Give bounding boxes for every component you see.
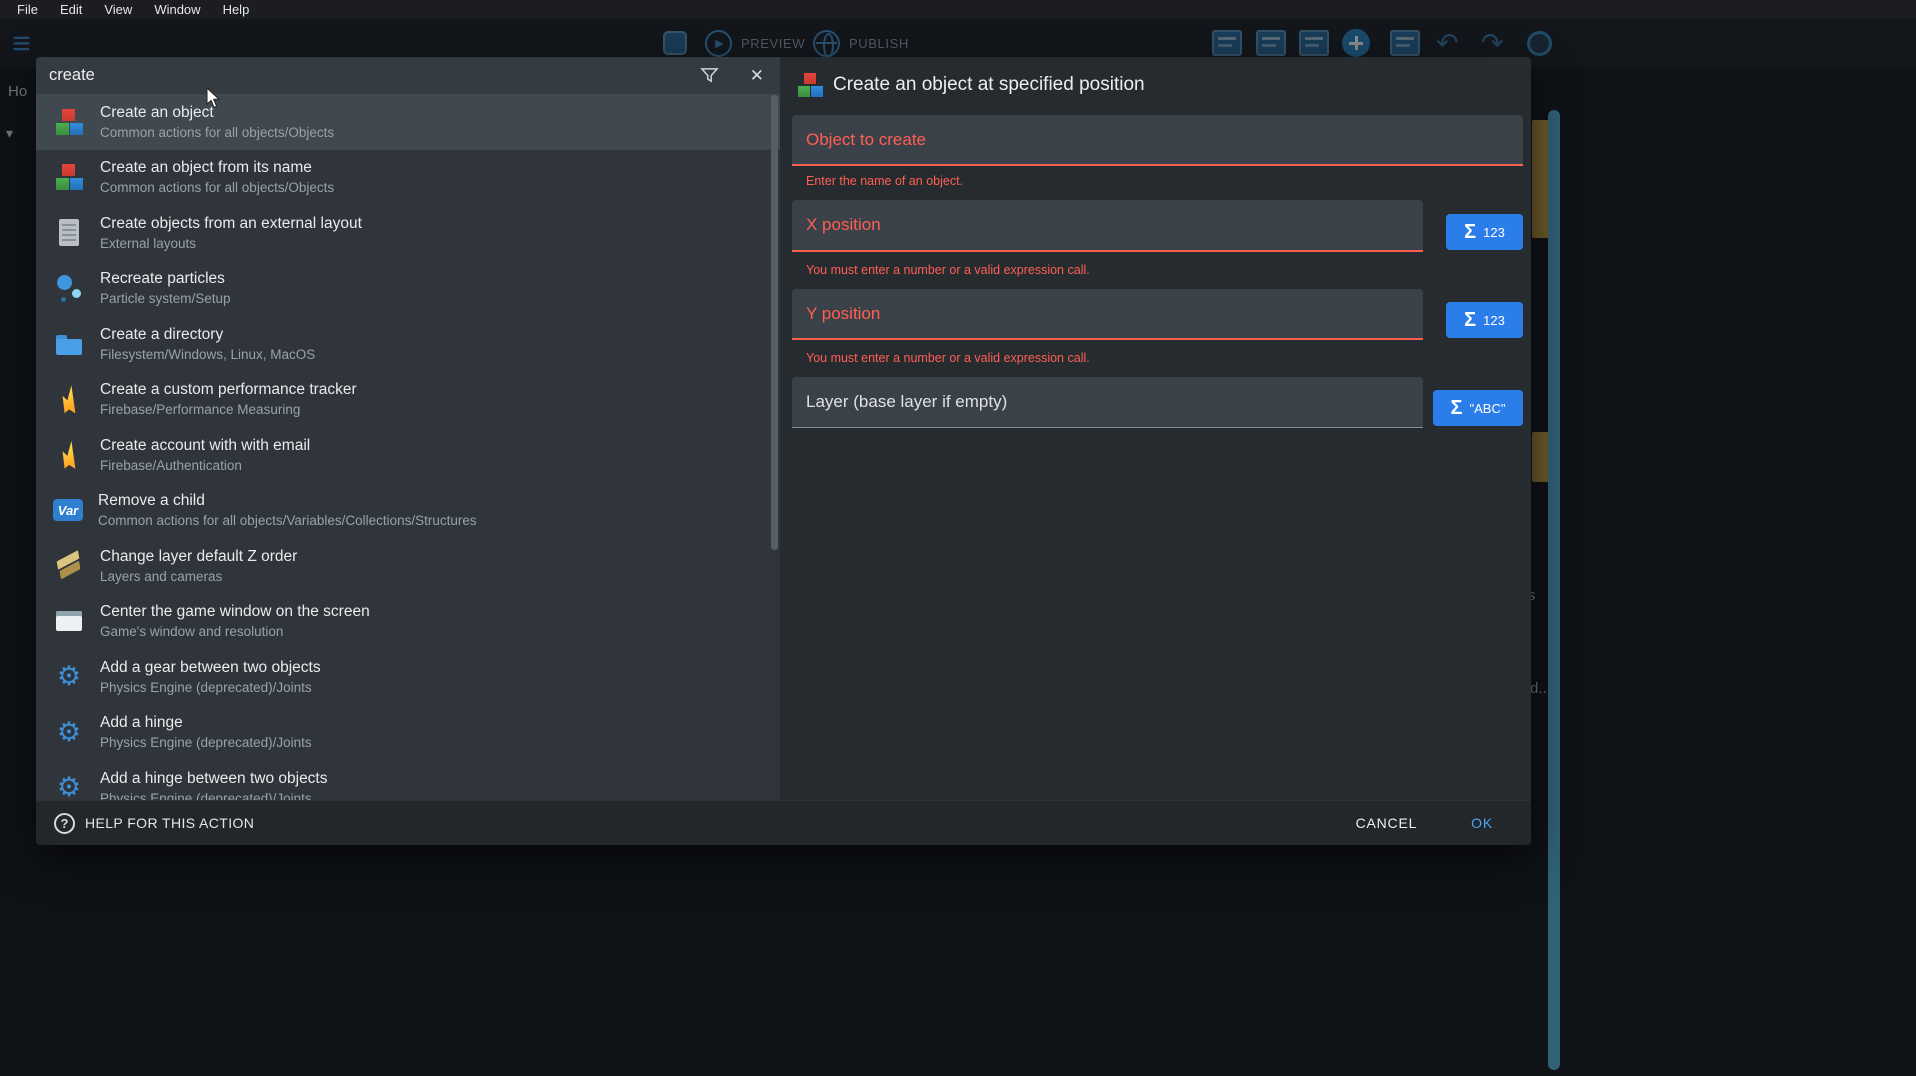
list-scrollbar[interactable]: [771, 95, 778, 550]
action-list-item[interactable]: ⚙ Add a gear between two objects Physics…: [36, 649, 780, 705]
search-bar: ✕: [36, 57, 780, 94]
action-subtitle: Layers and cameras: [100, 569, 297, 584]
action-subtitle: External layouts: [100, 236, 362, 251]
layers-icon: [53, 550, 85, 582]
action-list-panel: ✕ Create an object Common actions for al…: [36, 57, 780, 800]
particles-icon: [53, 272, 85, 304]
action-detail-panel: Create an object at specified position O…: [780, 57, 1531, 800]
detail-header: Create an object at specified position: [796, 71, 1145, 99]
action-subtitle: Physics Engine (deprecated)/Joints: [100, 735, 312, 750]
field-label: X position: [806, 215, 881, 235]
action-list-item[interactable]: Create an object Common actions for all …: [36, 94, 780, 150]
dialog-footer: ? HELP FOR THIS ACTION CANCEL OK: [36, 800, 1531, 845]
expression-builder-button[interactable]: Σ 123: [1446, 214, 1523, 250]
action-title: Add a hinge between two objects: [100, 770, 328, 788]
gear-icon: ⚙: [53, 772, 85, 800]
expression-builder-button[interactable]: Σ "ABC": [1433, 390, 1523, 426]
action-title: Create account with with email: [100, 437, 310, 455]
menu-bar: File Edit View Window Help: [0, 0, 1916, 19]
action-subtitle: Filesystem/Windows, Linux, MacOS: [100, 347, 315, 362]
menu-edit[interactable]: Edit: [49, 2, 93, 17]
action-title: Change layer default Z order: [100, 548, 297, 566]
variable-icon: Var: [53, 499, 83, 521]
expression-type-label: 123: [1483, 313, 1505, 328]
action-list-item[interactable]: Create a custom performance tracker Fire…: [36, 372, 780, 428]
layer-field[interactable]: Layer (base layer if empty): [792, 377, 1423, 428]
action-dialog: ✕ Create an object Common actions for al…: [36, 57, 1531, 845]
sigma-icon: Σ: [1451, 397, 1463, 420]
action-list-item[interactable]: Change layer default Z order Layers and …: [36, 538, 780, 594]
action-title: Create an object from its name: [100, 159, 334, 177]
app-window: File Edit View Window Help ≡ ▶ PREVIEW P…: [0, 0, 1916, 1076]
action-title: Recreate particles: [100, 270, 231, 288]
action-title: Center the game window on the screen: [100, 603, 370, 621]
action-subtitle: Physics Engine (deprecated)/Joints: [100, 791, 328, 800]
menu-view[interactable]: View: [93, 2, 143, 17]
action-subtitle: Firebase/Performance Measuring: [100, 402, 357, 417]
action-title: Create a custom performance tracker: [100, 381, 357, 399]
action-list-item[interactable]: Create account with with email Firebase/…: [36, 427, 780, 483]
field-error-text: You must enter a number or a valid expre…: [806, 351, 1090, 365]
action-list-item[interactable]: Create an object from its name Common ac…: [36, 150, 780, 206]
action-title: Add a gear between two objects: [100, 659, 321, 677]
action-subtitle: Firebase/Authentication: [100, 458, 310, 473]
action-list-item[interactable]: Create objects from an external layout E…: [36, 205, 780, 261]
action-list-item[interactable]: Center the game window on the screen Gam…: [36, 594, 780, 650]
help-for-action-button[interactable]: ? HELP FOR THIS ACTION: [54, 813, 254, 834]
action-title: Remove a child: [98, 492, 477, 510]
action-subtitle: Physics Engine (deprecated)/Joints: [100, 680, 321, 695]
field-error-text: Enter the name of an object.: [806, 174, 963, 188]
folder-icon: [53, 328, 85, 360]
ok-button[interactable]: OK: [1467, 809, 1497, 837]
firebase-icon: [53, 383, 85, 415]
sigma-icon: Σ: [1464, 309, 1476, 332]
firebase-icon: [53, 439, 85, 471]
action-list-item[interactable]: Recreate particles Particle system/Setup: [36, 261, 780, 317]
menu-help[interactable]: Help: [212, 2, 261, 17]
filter-icon[interactable]: [700, 66, 722, 85]
action-subtitle: Common actions for all objects/Variables…: [98, 513, 477, 528]
field-error-text: You must enter a number or a valid expre…: [806, 263, 1090, 277]
objects-icon: [53, 106, 85, 138]
objects-icon: [796, 71, 824, 99]
action-title: Create an object: [100, 104, 334, 122]
help-icon: ?: [54, 813, 75, 834]
action-list-item[interactable]: Var Remove a child Common actions for al…: [36, 483, 780, 539]
action-subtitle: Particle system/Setup: [100, 291, 231, 306]
sigma-icon: Σ: [1464, 221, 1476, 244]
action-subtitle: Common actions for all objects/Objects: [100, 180, 334, 195]
field-label: Layer (base layer if empty): [806, 392, 1007, 412]
menu-window[interactable]: Window: [143, 2, 211, 17]
action-list-item[interactable]: ⚙ Add a hinge Physics Engine (deprecated…: [36, 705, 780, 761]
action-title: Add a hinge: [100, 714, 312, 732]
action-list-item[interactable]: Create a directory Filesystem/Windows, L…: [36, 316, 780, 372]
detail-title: Create an object at specified position: [833, 74, 1145, 96]
external-layout-icon: [53, 217, 85, 249]
action-title: Create objects from an external layout: [100, 215, 362, 233]
help-label: HELP FOR THIS ACTION: [85, 815, 254, 831]
expression-type-label: "ABC": [1470, 401, 1506, 416]
objects-icon: [53, 161, 85, 193]
field-label: Y position: [806, 304, 880, 324]
expression-builder-button[interactable]: Σ 123: [1446, 302, 1523, 338]
action-list: Create an object Common actions for all …: [36, 94, 780, 800]
window-icon: [53, 605, 85, 637]
action-list-item[interactable]: ⚙ Add a hinge between two objects Physic…: [36, 760, 780, 800]
x-position-field[interactable]: X position: [792, 200, 1423, 252]
action-subtitle: Common actions for all objects/Objects: [100, 125, 334, 140]
cancel-button[interactable]: CANCEL: [1352, 809, 1422, 837]
menu-file[interactable]: File: [6, 2, 49, 17]
y-position-field[interactable]: Y position: [792, 289, 1423, 340]
search-input[interactable]: [36, 66, 700, 85]
gear-icon: ⚙: [53, 716, 85, 748]
close-icon[interactable]: ✕: [744, 64, 770, 88]
expression-type-label: 123: [1483, 225, 1505, 240]
gear-icon: ⚙: [53, 661, 85, 693]
object-to-create-field[interactable]: Object to create: [792, 115, 1523, 166]
field-label: Object to create: [806, 130, 926, 150]
action-title: Create a directory: [100, 326, 315, 344]
action-subtitle: Game's window and resolution: [100, 624, 370, 639]
